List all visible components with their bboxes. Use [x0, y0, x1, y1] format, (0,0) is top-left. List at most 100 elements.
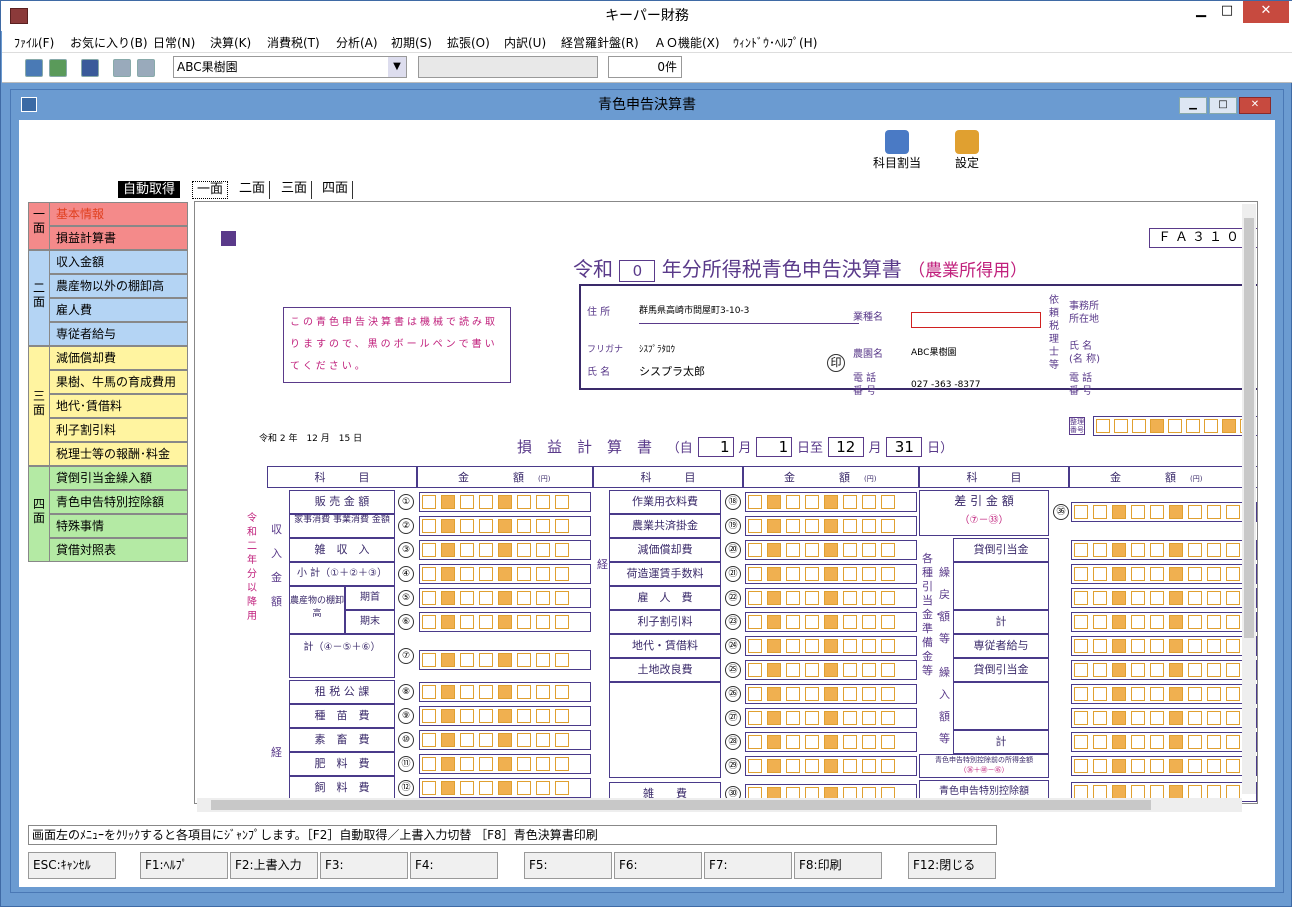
nav-item-fees[interactable]: 税理士等の報酬･料金 — [50, 442, 188, 466]
nav-item-pl[interactable]: 損益計算書 — [50, 226, 188, 250]
f1-help-button[interactable]: F1:ﾍﾙﾌﾟ — [140, 852, 228, 879]
nav-item-growth[interactable]: 果樹、牛馬の育成費用 — [50, 370, 188, 394]
amount-col3-row38[interactable] — [1071, 564, 1257, 584]
address-field[interactable]: 群馬県高崎市問屋町3-10-3 — [639, 298, 859, 324]
vertical-scroll-thumb[interactable] — [1244, 218, 1254, 638]
nav-item-special[interactable]: 特殊事情 — [50, 514, 188, 538]
menu-compass[interactable]: 経営羅針盤(R) — [561, 34, 639, 51]
settings-button[interactable]: 設定 — [947, 130, 987, 171]
menu-breakdown[interactable]: 内訳(U) — [504, 34, 546, 51]
maximize-button[interactable]: □ — [1211, 1, 1243, 23]
amount-col2-row22[interactable] — [745, 588, 917, 608]
amount-col3-row41[interactable] — [1071, 636, 1257, 656]
tab-page2[interactable]: 二面 — [235, 181, 271, 199]
amount-col2-row21[interactable] — [745, 564, 917, 584]
nav-item-inventory[interactable]: 農産物以外の棚卸高 — [50, 274, 188, 298]
amount-col3-row39[interactable] — [1071, 588, 1257, 608]
amount-col1-row6[interactable] — [419, 612, 591, 632]
from-month-box[interactable]: 1 — [697, 437, 734, 457]
amount-col1-row1[interactable] — [419, 492, 591, 512]
menu-window-help[interactable]: ｳｨﾝﾄﾞｳ･ﾍﾙﾌﾟ(H) — [733, 34, 817, 51]
amount-col1-row8[interactable] — [419, 682, 591, 702]
from-day-box[interactable]: 1 — [756, 437, 793, 457]
amount-col2-row28[interactable] — [745, 732, 917, 752]
amount-col2-row18[interactable] — [745, 492, 917, 512]
nav-item-family-salary[interactable]: 専従者給与 — [50, 322, 188, 346]
image-icon[interactable] — [81, 59, 99, 77]
company-select[interactable]: ABC果樹園 ▼ — [173, 56, 407, 78]
amount-col2-row25[interactable] — [745, 660, 917, 680]
nav-item-balance-sheet[interactable]: 貸借対照表 — [50, 538, 188, 562]
chevron-down-icon[interactable]: ▼ — [388, 57, 406, 77]
nav-item-rent[interactable]: 地代･賃借料 — [50, 394, 188, 418]
nav-item-income[interactable]: 収入金額 — [50, 250, 188, 274]
f3-button[interactable]: F3: — [320, 852, 408, 879]
tel-field[interactable]: 027 -363 -8377 — [911, 380, 980, 390]
amount-col1-row12[interactable] — [419, 778, 591, 798]
amount-col1-row3[interactable] — [419, 540, 591, 560]
esc-cancel-button[interactable]: ESC:ｷｬﾝｾﾙ — [28, 852, 116, 879]
amount-col1-row9[interactable] — [419, 706, 591, 726]
menu-analysis[interactable]: 分析(A) — [336, 34, 378, 51]
zoom-in-icon[interactable] — [113, 59, 131, 77]
tab-page4[interactable]: 四面 — [318, 181, 354, 199]
name-field[interactable]: シスプラ太郎 — [639, 363, 705, 379]
amount-col1-row7[interactable] — [419, 650, 591, 670]
menu-closing[interactable]: 決算(K) — [210, 34, 251, 51]
amount-col2-row24[interactable] — [745, 636, 917, 656]
menu-file[interactable]: ﾌｧｲﾙ(F) — [14, 34, 54, 51]
to-day-box[interactable]: 31 — [886, 437, 923, 457]
amount-col1-row4[interactable] — [419, 564, 591, 584]
menu-init[interactable]: 初期(S) — [391, 34, 432, 51]
mdi-minimize-button[interactable]: ▁ — [1179, 97, 1207, 114]
assign-button[interactable]: 科目割当 — [867, 130, 927, 171]
vertical-scrollbar[interactable] — [1242, 204, 1256, 794]
menu-favorites[interactable]: お気に入り(B) — [70, 34, 148, 51]
farm-field[interactable]: ABC果樹園 — [911, 345, 956, 358]
business-field[interactable] — [911, 312, 1041, 328]
amount-col1-row11[interactable] — [419, 754, 591, 774]
zoom-out-icon[interactable] — [137, 59, 155, 77]
amount-col2-row29[interactable] — [745, 756, 917, 776]
furigana-field[interactable]: ｼｽﾌﾟﾗﾀﾛｳ — [639, 342, 675, 355]
amount-col1-row10[interactable] — [419, 730, 591, 750]
amount-col2-row20[interactable] — [745, 540, 917, 560]
f12-close-button[interactable]: F12:閉じる — [908, 852, 996, 879]
tab-page3[interactable]: 三面 — [277, 181, 313, 199]
f4-button[interactable]: F4: — [410, 852, 498, 879]
amount-col3-row42[interactable] — [1071, 660, 1257, 680]
mdi-close-button[interactable]: ✕ — [1239, 97, 1271, 114]
nav-item-depreciation[interactable]: 減価償却費 — [50, 346, 188, 370]
f5-button[interactable]: F5: — [524, 852, 612, 879]
amount-col3-row43[interactable] — [1071, 684, 1257, 704]
f2-overwrite-button[interactable]: F2:上書入力 — [230, 852, 318, 879]
admin-number-field[interactable] — [1093, 416, 1257, 436]
amount-col2-row23[interactable] — [745, 612, 917, 632]
horizontal-scroll-thumb[interactable] — [211, 800, 1151, 810]
close-button[interactable]: ✕ — [1243, 1, 1289, 23]
amount-col3-row40[interactable] — [1071, 612, 1257, 632]
refresh-icon[interactable] — [49, 59, 67, 77]
amount-col2-row27[interactable] — [745, 708, 917, 728]
tab-page1[interactable]: 一面 — [192, 181, 229, 199]
amount-col3-row46[interactable] — [1071, 756, 1257, 776]
amount-col1-row2[interactable] — [419, 516, 591, 536]
amount-col3-row45[interactable] — [1071, 732, 1257, 752]
menu-tax[interactable]: 消費税(T) — [267, 34, 320, 51]
amount-col3-row37[interactable] — [1071, 540, 1257, 560]
amount-col2-row26[interactable] — [745, 684, 917, 704]
menu-ao[interactable]: ＡＯ機能(X) — [654, 34, 720, 51]
nav-item-basic[interactable]: 基本情報 — [50, 202, 188, 226]
mdi-maximize-button[interactable]: □ — [1209, 97, 1237, 114]
f6-button[interactable]: F6: — [614, 852, 702, 879]
monitor-icon[interactable] — [25, 59, 43, 77]
amount-col1-row5[interactable] — [419, 588, 591, 608]
year-box[interactable]: 0 — [619, 260, 656, 282]
to-month-box[interactable]: 12 — [827, 437, 864, 457]
horizontal-scrollbar[interactable] — [197, 798, 1242, 812]
f7-button[interactable]: F7: — [704, 852, 792, 879]
auto-fetch-button[interactable]: 自動取得 — [118, 181, 181, 198]
nav-item-deduction[interactable]: 青色申告特別控除額 — [50, 490, 188, 514]
nav-item-bad-debt[interactable]: 貸倒引当金繰入額 — [50, 466, 188, 490]
amount-col3-row44[interactable] — [1071, 708, 1257, 728]
